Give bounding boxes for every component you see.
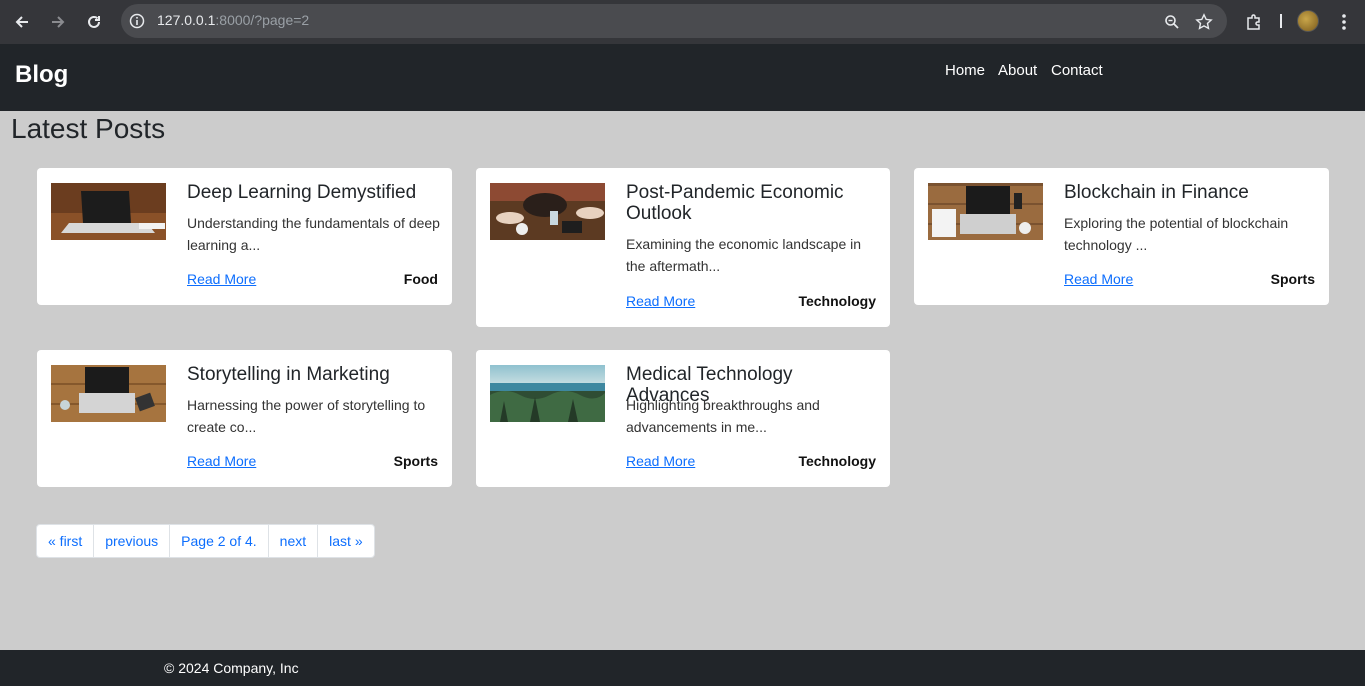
post-title[interactable]: Deep Learning Demystified <box>187 182 437 203</box>
post-thumbnail[interactable] <box>51 365 166 422</box>
forward-icon[interactable] <box>46 10 70 34</box>
toolbar-divider <box>1280 14 1282 28</box>
post-title[interactable]: Storytelling in Marketing <box>187 364 437 385</box>
read-more-link[interactable]: Read More <box>187 453 256 469</box>
post-card: Deep Learning Demystified Understanding … <box>37 168 452 305</box>
read-more-link[interactable]: Read More <box>626 293 695 309</box>
site-footer: © 2024 Company, Inc <box>0 650 1365 686</box>
pagination-last[interactable]: last » <box>318 525 373 557</box>
pagination-next[interactable]: next <box>269 525 319 557</box>
post-category: Food <box>403 271 438 287</box>
read-more-link[interactable]: Read More <box>626 453 695 469</box>
post-category: Sports <box>1270 271 1315 287</box>
post-excerpt: Examining the economic landscape in the … <box>626 236 862 274</box>
footer-copyright: © 2024 Company, Inc <box>164 660 299 676</box>
post-category: Sports <box>393 453 438 469</box>
brand-logo[interactable]: Blog <box>15 61 68 89</box>
zoom-icon[interactable] <box>1160 10 1184 34</box>
profile-avatar[interactable] <box>1297 10 1319 32</box>
extensions-icon[interactable] <box>1242 10 1266 34</box>
post-excerpt: Harnessing the power of storytelling to … <box>187 397 426 435</box>
bookmark-star-icon[interactable] <box>1192 10 1216 34</box>
post-thumbnail[interactable] <box>490 365 605 422</box>
post-excerpt: Exploring the potential of blockchain te… <box>1064 215 1289 253</box>
post-card: Medical Technology Advances Highlighting… <box>476 350 890 487</box>
post-excerpt: Understanding the fundamentals of deep l… <box>187 215 440 253</box>
post-thumbnail[interactable] <box>928 183 1043 240</box>
url-path: :8000/?page=2 <box>215 12 310 28</box>
post-thumbnail[interactable] <box>490 183 605 240</box>
browser-toolbar: 127.0.0.1:8000/?page=2 <box>0 0 1365 44</box>
post-category: Technology <box>798 453 876 469</box>
post-category: Technology <box>798 293 876 309</box>
pagination-current: Page 2 of 4. <box>170 525 269 557</box>
post-thumbnail[interactable] <box>51 183 166 240</box>
url-host: 127.0.0.1 <box>157 12 216 28</box>
post-excerpt: Highlighting breakthroughs and advanceme… <box>626 397 820 435</box>
url-text: 127.0.0.1:8000/?page=2 <box>157 12 309 28</box>
site-header: Blog Home About Contact <box>0 44 1365 111</box>
pagination-first[interactable]: « first <box>37 525 95 557</box>
reload-icon[interactable] <box>82 10 106 34</box>
address-bar[interactable]: 127.0.0.1:8000/?page=2 <box>121 4 1227 38</box>
read-more-link[interactable]: Read More <box>187 271 256 287</box>
nav-about[interactable]: About <box>998 62 1037 79</box>
pagination-previous[interactable]: previous <box>94 525 171 557</box>
pagination: « first previous Page 2 of 4. next last … <box>36 524 375 558</box>
back-icon[interactable] <box>10 10 34 34</box>
post-card: Post-Pandemic Economic Outlook Examining… <box>476 168 890 327</box>
post-card: Storytelling in Marketing Harnessing the… <box>37 350 452 487</box>
menu-kebab-icon[interactable] <box>1332 10 1356 34</box>
post-title[interactable]: Blockchain in Finance <box>1064 182 1314 203</box>
post-card: Blockchain in Finance Exploring the pote… <box>914 168 1329 305</box>
post-title[interactable]: Post-Pandemic Economic Outlook <box>626 182 876 224</box>
page-title: Latest Posts <box>11 113 166 144</box>
nav-contact[interactable]: Contact <box>1051 62 1103 79</box>
read-more-link[interactable]: Read More <box>1064 271 1133 287</box>
site-info-icon[interactable] <box>129 13 145 29</box>
nav-home[interactable]: Home <box>945 62 985 79</box>
